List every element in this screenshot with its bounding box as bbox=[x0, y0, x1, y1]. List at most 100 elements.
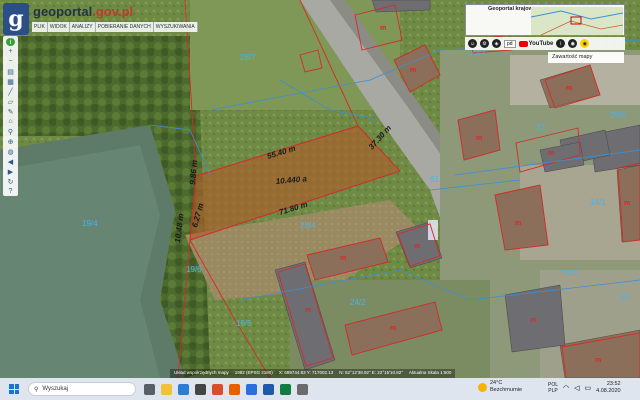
edge-label: 71.80 m bbox=[278, 200, 309, 217]
wifi-icon[interactable]: ◠ bbox=[563, 384, 569, 392]
visibility-icon[interactable]: ◉ bbox=[580, 39, 590, 48]
parcel-number: 25/2 bbox=[562, 269, 578, 278]
brave-icon[interactable] bbox=[212, 383, 223, 395]
edge-label: 37.30 m bbox=[367, 123, 393, 151]
building-tag: m bbox=[515, 220, 521, 227]
youtube-icon bbox=[518, 40, 528, 47]
app-icon[interactable] bbox=[246, 383, 257, 395]
search-icon: ⚲ bbox=[34, 386, 39, 393]
geoportal-title[interactable]: geoportal.gov.pl bbox=[33, 4, 133, 19]
globe-icon[interactable]: ◍ bbox=[5, 147, 16, 156]
logo-domain: .gov.pl bbox=[92, 4, 134, 19]
forward-icon[interactable]: ▶ bbox=[5, 167, 16, 176]
windows-start-icon[interactable] bbox=[9, 384, 19, 394]
map-controls: ☺ ⚙ ◈ pd YouTube i ◉ ◉ bbox=[465, 37, 625, 50]
map-canvas[interactable]: 55.40 m 37.30 m 71.80 m 10.48 m 6.27 m 9… bbox=[0, 0, 640, 378]
store-icon[interactable] bbox=[195, 383, 206, 395]
edge-label: 6.27 m bbox=[190, 202, 205, 228]
info-icon[interactable]: i bbox=[6, 38, 15, 47]
menu-analizy[interactable]: ANALIZY bbox=[70, 22, 96, 32]
firefox-icon[interactable] bbox=[229, 383, 240, 395]
zoom-box-icon[interactable]: ⊕ bbox=[5, 137, 16, 146]
parcel-number: 19/5 bbox=[236, 319, 252, 328]
unit-select[interactable]: pd bbox=[504, 39, 516, 48]
layers-icon[interactable]: ▤ bbox=[5, 67, 16, 76]
file-explorer-icon[interactable] bbox=[161, 383, 172, 395]
building-tag: m bbox=[340, 255, 346, 262]
parcel-number: 19/6 bbox=[186, 265, 202, 274]
main-menu: PLIK WIDOK ANALIZY POBIERANIE DANYCH WYS… bbox=[32, 22, 198, 32]
youtube-label: YouTube bbox=[528, 40, 554, 47]
edge-icon[interactable] bbox=[178, 383, 189, 395]
lang-secondary: PLP bbox=[548, 388, 558, 394]
weather-widget[interactable]: 24°C Bezchmurnie bbox=[478, 380, 522, 394]
logo-text: geoportal bbox=[33, 4, 93, 19]
edge-label: 55.40 m bbox=[266, 144, 297, 161]
map-content-button[interactable]: Zawartość mapy bbox=[548, 52, 624, 63]
search-placeholder: Wyszukaj bbox=[42, 386, 69, 392]
speaker-icon[interactable]: ◁ bbox=[574, 384, 579, 392]
zoom-in-icon[interactable]: + bbox=[5, 47, 16, 56]
print-icon[interactable]: ▦ bbox=[5, 77, 16, 86]
menu-pobieranie[interactable]: POBIERANIE DANYCH bbox=[96, 22, 154, 32]
parcel-number: 25/4 bbox=[300, 221, 316, 230]
building-tag: m bbox=[548, 150, 554, 157]
user-icon[interactable]: ☺ bbox=[468, 39, 477, 48]
building-tag: m bbox=[305, 307, 311, 314]
refresh-icon[interactable]: ↻ bbox=[5, 177, 16, 186]
menu-wyszukiwania[interactable]: WYSZUKIWANIA bbox=[154, 22, 198, 32]
info-circle-icon[interactable]: i bbox=[556, 39, 566, 48]
eye-icon[interactable]: ◉ bbox=[568, 39, 578, 48]
menu-widok[interactable]: WIDOK bbox=[48, 22, 70, 32]
word-icon[interactable] bbox=[263, 383, 274, 395]
parcel-number: 26/6 bbox=[610, 111, 626, 120]
left-toolbar: i + − ▤ ▦ ╱ ▱ ✎ ⌂ ⚲ ⊕ ◍ ◀ ▶ ↻ ? bbox=[3, 36, 18, 196]
weather-desc: Bezchmurnie bbox=[490, 387, 523, 393]
language-indicator[interactable]: POL PLP bbox=[548, 382, 558, 394]
terminal-icon[interactable] bbox=[297, 383, 308, 395]
taskbar-search[interactable]: ⚲ Wyszukaj bbox=[28, 382, 136, 396]
overview-panel[interactable]: Geoportal krajowy bbox=[465, 4, 625, 36]
clock[interactable]: 23:52 4.08.2020 bbox=[596, 381, 620, 395]
back-icon[interactable]: ◀ bbox=[5, 157, 16, 166]
lock-icon[interactable]: ◈ bbox=[492, 39, 501, 48]
youtube-link[interactable]: YouTube bbox=[518, 40, 554, 47]
overview-minimap[interactable] bbox=[530, 7, 624, 36]
parcel-number: 30 bbox=[620, 293, 629, 302]
scale-readout: Aktualna Skala 1:500 bbox=[408, 370, 452, 375]
excel-icon[interactable] bbox=[280, 383, 291, 395]
building-tag: m bbox=[380, 25, 386, 32]
parcel-labels: 55.40 m 37.30 m 71.80 m 10.48 m 6.27 m 9… bbox=[82, 25, 630, 364]
building-tag: m bbox=[566, 85, 572, 92]
system-tray: POL PLP ◠ ◁ ▭ 23:52 4.08.2020 bbox=[548, 381, 621, 395]
geoportal-logo[interactable]: g bbox=[3, 3, 29, 35]
weather-temp: 24°C bbox=[490, 380, 503, 386]
clock-time: 23:52 bbox=[606, 381, 621, 387]
menu-plik[interactable]: PLIK bbox=[32, 22, 48, 32]
geo-readout: N: 52°12'38.92" E: 22°15'10.82" bbox=[339, 370, 403, 375]
zoom-out-icon[interactable]: − bbox=[5, 57, 16, 66]
parcel-number: 61 bbox=[430, 175, 439, 184]
magnifier-icon[interactable]: ⚲ bbox=[5, 127, 16, 136]
building-tag: m bbox=[595, 357, 601, 364]
parcel-number: 22 bbox=[536, 123, 545, 132]
building-tag: m bbox=[476, 135, 482, 142]
help-icon[interactable]: ? bbox=[5, 187, 16, 196]
pencil-icon[interactable]: ✎ bbox=[5, 107, 16, 116]
parcel-number: 19/4 bbox=[82, 219, 98, 228]
ruler-icon[interactable]: ╱ bbox=[5, 87, 16, 96]
home-icon[interactable]: ⌂ bbox=[5, 117, 16, 126]
parcel-number: 34/1 bbox=[590, 198, 606, 207]
area-icon[interactable]: ▱ bbox=[5, 97, 16, 106]
sun-icon bbox=[478, 382, 487, 392]
task-view-icon[interactable] bbox=[144, 383, 155, 395]
building-tag: m bbox=[414, 243, 420, 250]
edge-label: 10.48 m bbox=[173, 213, 186, 243]
parcel-number: 24/2 bbox=[350, 298, 366, 307]
edge-label: 9.86 m bbox=[188, 160, 199, 186]
settings-icon[interactable]: ⚙ bbox=[480, 39, 489, 48]
crs-value[interactable]: 1992 (EPSG 2180) bbox=[235, 370, 273, 377]
battery-icon[interactable]: ▭ bbox=[585, 384, 592, 392]
overview-title: Geoportal krajowy bbox=[488, 6, 536, 12]
parcel-number: 28/7 bbox=[240, 53, 256, 62]
